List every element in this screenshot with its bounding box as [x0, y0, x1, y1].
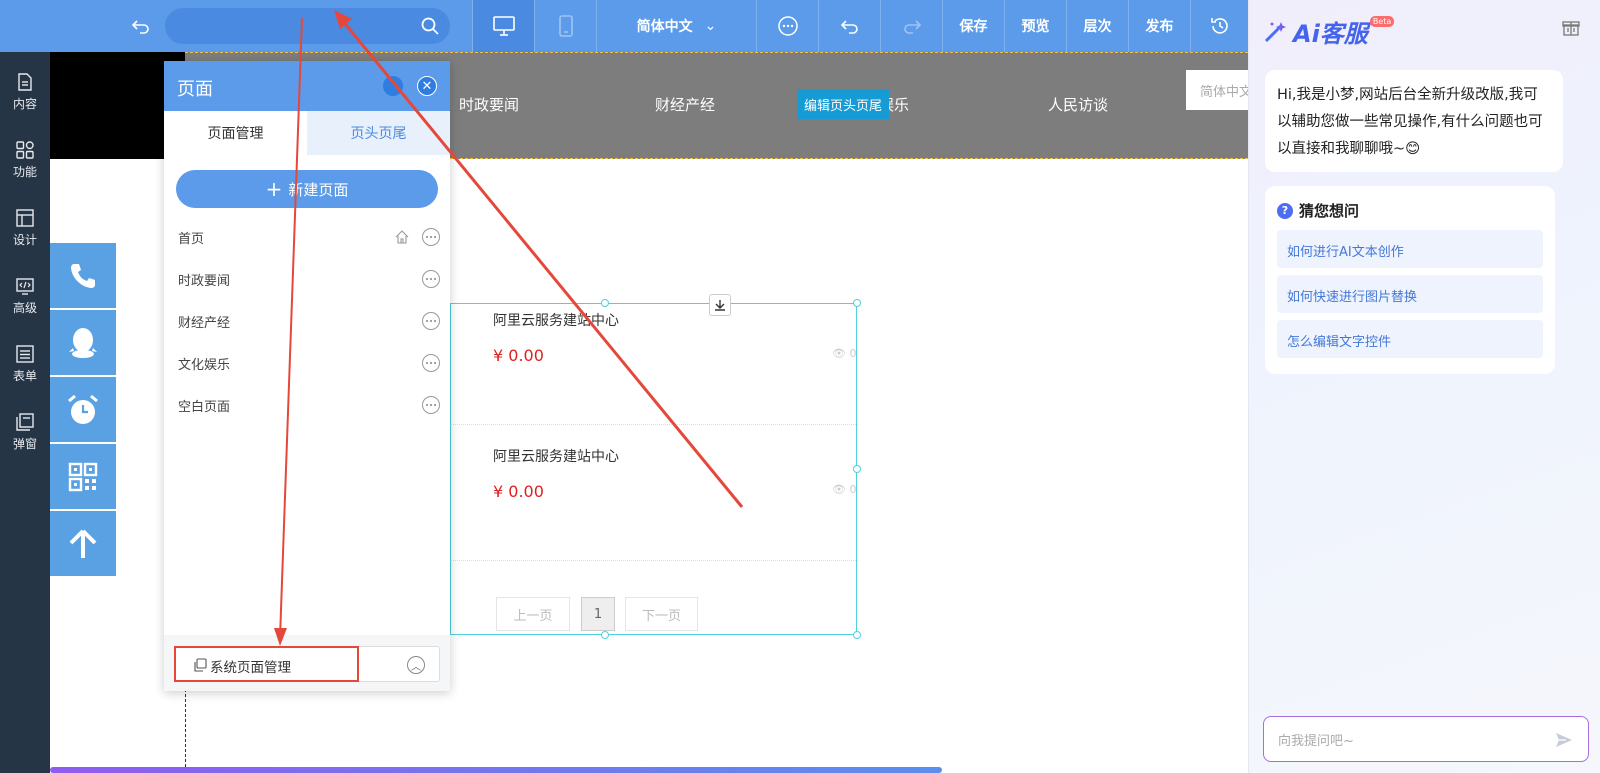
suggest-header: ? 猜您想问 [1277, 200, 1359, 221]
annotation-arrow-line [279, 17, 303, 639]
suggested-question[interactable]: 如何快速进行图片替换 [1277, 275, 1543, 313]
bottom-progress-bar [50, 767, 942, 773]
annotation-arrowhead [274, 628, 287, 646]
gift-box-icon[interactable] [1561, 17, 1581, 37]
suggest-title: 猜您想问 [1299, 202, 1360, 220]
send-icon[interactable] [1554, 730, 1574, 750]
annotation-arrowhead [334, 10, 352, 29]
ai-panel-title: Ai客服 [1293, 20, 1368, 48]
question-icon: ? [1277, 202, 1293, 219]
suggested-question[interactable]: 怎么编辑文字控件 [1277, 320, 1543, 358]
ai-greeting-message: Hi,我是小梦,网站后台全新升级改版,我可以辅助您做一些常见操作,有什么问题也可… [1265, 70, 1563, 172]
suggested-questions: ? 猜您想问 如何进行AI文本创作 如何快速进行图片替换 怎么编辑文字控件 [1265, 186, 1555, 374]
ai-panel-header: Ai客服 Beta [1263, 14, 1395, 49]
ai-assistant-panel: Ai客服 Beta Hi,我是小梦,网站后台全新升级改版,我可以辅助您做一些常见… [1248, 0, 1600, 773]
ai-chat-input[interactable]: 向我提问吧~ [1263, 716, 1589, 762]
annotation-arrow-line [340, 19, 744, 508]
magic-wand-icon [1264, 21, 1286, 42]
annotation-arrows [274, 10, 744, 646]
beta-badge: Beta [1369, 16, 1395, 27]
ai-input-placeholder: 向我提问吧~ [1278, 734, 1354, 749]
suggested-question[interactable]: 如何进行AI文本创作 [1277, 230, 1543, 268]
